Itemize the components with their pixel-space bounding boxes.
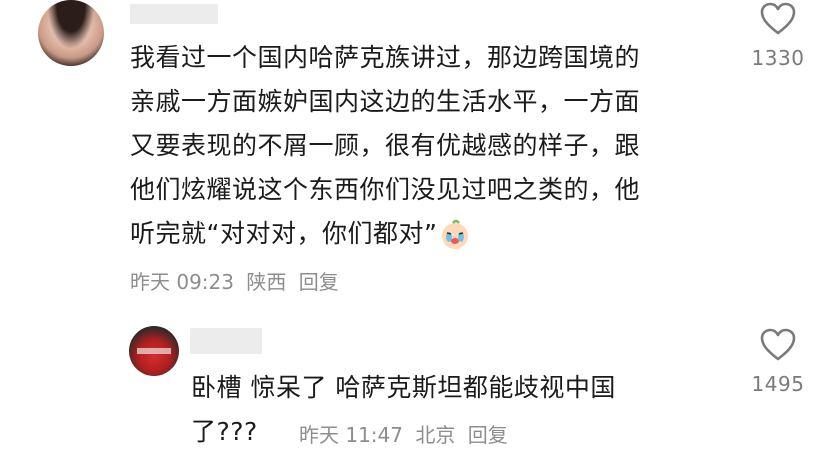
comment-line: 听完就“对对对，你们都对” [130, 219, 438, 248]
reply-button[interactable]: 回复 [468, 423, 508, 447]
like-count: 1330 [751, 46, 805, 70]
avatar[interactable] [129, 326, 179, 376]
comment-time: 昨天 09:23 [130, 270, 234, 294]
comment-line: 我看过一个国内哈萨克族讲过，那边跨国境的 [130, 43, 641, 72]
comment-meta: 昨天 09:23 陕西 回复 [130, 266, 345, 295]
reply-button[interactable]: 回复 [299, 270, 339, 294]
like-button[interactable]: 1330 [745, 2, 811, 70]
comment-line: 他们炫耀说这个东西你们没见过吧之类的，他 [130, 175, 641, 204]
comment-line: 亲戚一方面嫉妒国内这边的生活水平，一方面 [130, 87, 641, 116]
heart-outline-icon [760, 328, 796, 361]
username-redacted[interactable] [190, 328, 262, 354]
comment-meta: 昨天 11:47 北京 回复 [299, 419, 514, 448]
avatar[interactable] [38, 0, 104, 66]
heart-outline-icon [760, 2, 796, 35]
comment-thread: 我看过一个国内哈萨克族讲过，那边跨国境的 亲戚一方面嫉妒国内这边的生活水平，一方… [0, 0, 828, 460]
comment-text: 我看过一个国内哈萨克族讲过，那边跨国境的 亲戚一方面嫉妒国内这边的生活水平，一方… [130, 36, 640, 256]
comment-line: 又要表现的不屑一顾，很有优越感的样子，跟 [130, 131, 641, 160]
comment-location: 北京 [415, 423, 456, 447]
like-button[interactable]: 1495 [745, 328, 811, 396]
crying-face-emoji-icon [442, 219, 469, 249]
like-count: 1495 [751, 372, 805, 396]
comment-line-last: 听完就“对对对，你们都对” [130, 212, 640, 256]
comment-location: 陕西 [246, 270, 287, 294]
comment-time: 昨天 11:47 [299, 423, 403, 447]
comment-line: 卧槽 惊呆了 哈萨克斯坦都能歧视中国 [191, 373, 616, 402]
username-redacted[interactable] [130, 4, 218, 24]
